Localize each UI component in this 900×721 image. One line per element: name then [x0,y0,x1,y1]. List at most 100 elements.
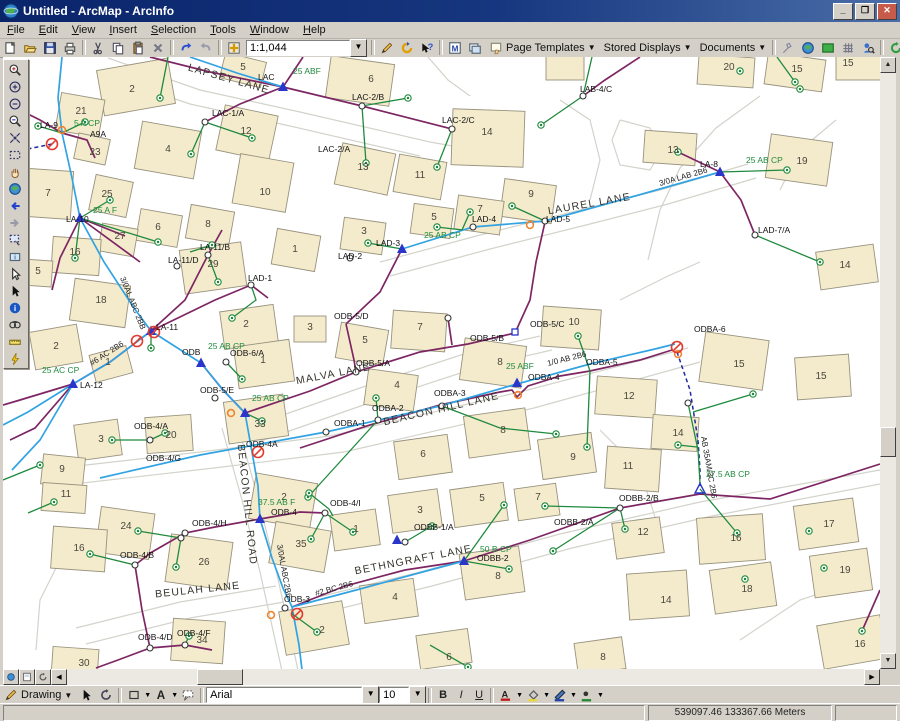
previous-extent-button[interactable] [4,146,26,163]
toolbar-separator [218,40,222,55]
scroll-up-button[interactable]: ▲ [880,57,896,73]
new-button[interactable] [0,39,20,56]
zoom-to-selected-button[interactable] [4,129,26,146]
chevron-down-icon[interactable]: ▼ [597,692,604,699]
service-point-marker [577,335,579,337]
grid-tool-button[interactable] [838,39,858,56]
map-scale-input[interactable] [246,40,350,56]
cut-button[interactable] [88,39,108,56]
vertical-scrollbar[interactable]: ▲ ▼ [880,57,896,669]
menu-window[interactable]: Window [243,23,296,37]
select-graphics-button[interactable] [4,265,26,282]
equipment-label: LAC-1/A [212,108,244,118]
scroll-down-button[interactable]: ▼ [880,653,896,669]
editor-button[interactable] [377,39,397,56]
chevron-down-icon[interactable]: ▼ [171,692,178,699]
undo-button[interactable] [176,39,196,56]
italic-button[interactable]: I [452,687,470,703]
horizontal-scrollbar[interactable]: ◀ ▶ [3,669,880,685]
menu-selection[interactable]: Selection [144,23,203,37]
go-back-button[interactable] [4,197,26,214]
line-color-button[interactable] [550,687,570,704]
zoom-out-button[interactable] [4,112,26,129]
drawing-menu[interactable]: Drawing▼ [0,687,76,704]
paste-button[interactable] [128,39,148,56]
text-tool-button[interactable]: A [151,687,171,704]
copy-button[interactable] [108,39,128,56]
window-tile-button[interactable] [465,39,485,56]
font-size-input[interactable] [379,687,409,703]
menu-insert[interactable]: Insert [102,23,144,37]
bold-button[interactable]: B [434,687,452,703]
restore-button[interactable]: ❐ [855,3,875,20]
del-button[interactable] [148,39,168,56]
hyperlink-button[interactable] [4,350,26,367]
data-view-button[interactable] [3,669,19,685]
extent-tool-button[interactable] [818,39,838,56]
shape-tool-button[interactable] [124,687,144,704]
map-document-button[interactable]: M [445,39,465,56]
menu-tools[interactable]: Tools [203,23,243,37]
horizontal-scroll-track[interactable] [67,669,864,685]
minimize-button[interactable]: _ [833,3,853,20]
font-name-input[interactable] [206,687,362,703]
zoom-in-button[interactable] [4,61,26,78]
add-data-button[interactable] [224,39,244,56]
select-elements-button[interactable] [4,282,26,299]
underline-button[interactable]: U [470,687,488,703]
identify-button[interactable]: i [4,299,26,316]
fixed-zoom-in-button[interactable] [4,78,26,95]
junction-node [132,562,138,568]
fixed-zoom-out-button[interactable] [4,95,26,112]
menu-edit[interactable]: Edit [32,23,65,37]
select-by-layer-button[interactable]: i [4,248,26,265]
menu-file[interactable]: File [0,23,32,37]
select-elements-drawing-button[interactable] [76,687,96,704]
fill-color-button[interactable] [523,687,543,704]
refresh-button[interactable] [886,39,900,56]
map-area[interactable]: 2562015152123412725101413111319146827197… [3,57,880,669]
junction-node [359,103,365,109]
measure-button[interactable] [4,333,26,350]
chevron-down-icon[interactable]: ▼ [543,692,550,699]
map-scale-combo[interactable]: ▼ [246,39,367,57]
documents-menu[interactable]: Documents▼ [696,39,771,56]
stored-displays-menu[interactable]: Stored Displays▼ [600,39,696,56]
page-templates-menu[interactable]: Page Templates▼ [485,39,600,56]
vertical-scroll-thumb[interactable] [880,427,896,457]
find-user-button[interactable] [858,39,878,56]
house-number-label: 15 [842,58,854,69]
print-button[interactable] [60,39,80,56]
arccatalog-button[interactable] [397,39,417,56]
font-color-button[interactable]: A [496,687,516,704]
whats-this-button[interactable]: ? [417,39,437,56]
marker-color-button[interactable] [577,687,597,704]
full-extent-button[interactable] [4,180,26,197]
menu-view[interactable]: View [65,23,103,37]
building [450,482,509,527]
find-button[interactable] [4,316,26,333]
map-canvas[interactable]: 2562015152123412725101413111319146827197… [3,57,880,669]
scroll-left-button[interactable]: ◀ [51,669,67,685]
close-button[interactable]: ✕ [877,3,897,20]
pan-button[interactable] [4,163,26,180]
chevron-down-icon[interactable]: ▼ [570,692,577,699]
save-button[interactable] [40,39,60,56]
go-forward-button[interactable] [4,214,26,231]
rotate-button[interactable] [96,687,116,704]
chevron-down-icon[interactable]: ▼ [144,692,151,699]
chevron-down-icon[interactable]: ▼ [516,692,523,699]
menu-help[interactable]: Help [296,23,333,37]
geography-network-button[interactable] [798,39,818,56]
utility-tool-button[interactable] [778,39,798,56]
map-scale-dropdown[interactable]: ▼ [350,39,367,57]
refresh-view-button[interactable] [35,669,51,685]
scroll-right-button[interactable]: ▶ [864,669,880,685]
horizontal-scroll-thumb[interactable] [197,669,243,685]
service-point-marker [808,530,810,532]
open-button[interactable] [20,39,40,56]
redo-button[interactable] [196,39,216,56]
callout-tool-button[interactable] [178,687,198,704]
layout-view-button[interactable] [19,669,35,685]
select-features-button[interactable] [4,231,26,248]
